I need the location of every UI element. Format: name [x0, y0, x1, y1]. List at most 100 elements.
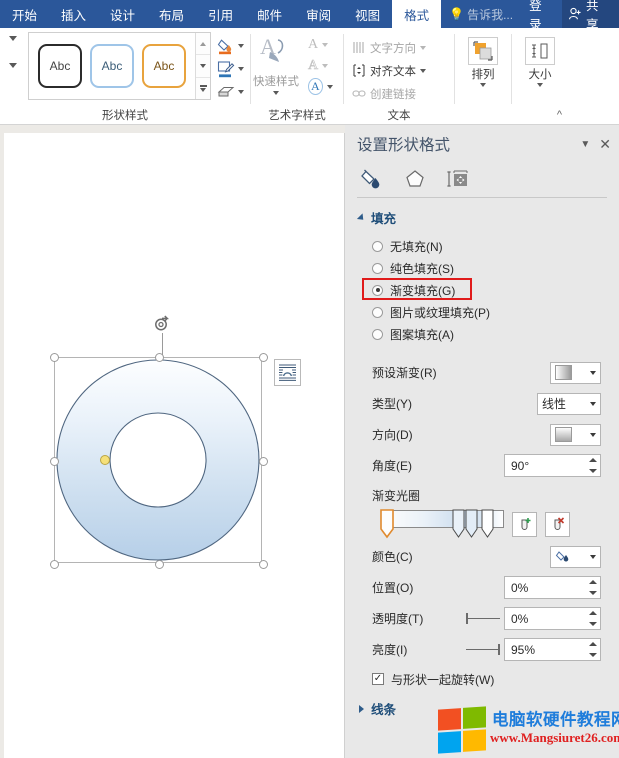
- ribbon-tab-review[interactable]: 审阅: [294, 0, 343, 28]
- close-icon[interactable]: ✕: [599, 137, 611, 151]
- shape-style-item[interactable]: Abc: [90, 44, 134, 88]
- size-button[interactable]: 大小: [517, 32, 563, 87]
- chevron-down-icon[interactable]: [238, 44, 244, 48]
- chevron-down-icon[interactable]: [273, 91, 279, 95]
- shape-adjust-handle[interactable]: [100, 455, 110, 465]
- gradient-stop-handle[interactable]: [452, 509, 464, 537]
- rotate-with-shape-row[interactable]: ✓ 与形状一起旋转(W): [345, 665, 619, 687]
- gradient-type-select[interactable]: 线性: [537, 393, 601, 415]
- rotate-with-shape-checkbox[interactable]: ✓: [372, 673, 384, 685]
- chevron-down-icon[interactable]: [420, 46, 426, 50]
- slider-knob[interactable]: [466, 613, 468, 624]
- share-button[interactable]: 共享: [562, 0, 619, 28]
- add-gradient-stop-button[interactable]: [512, 512, 537, 537]
- shape-effects-button[interactable]: [217, 82, 244, 102]
- gallery-scroll-up[interactable]: [196, 33, 210, 55]
- gradient-angle-spinner[interactable]: 90°: [504, 454, 601, 477]
- resize-handle-e[interactable]: [259, 457, 268, 466]
- chevron-down-icon[interactable]: [322, 43, 328, 47]
- fill-section-header[interactable]: 填充: [345, 198, 619, 231]
- chevron-down-icon[interactable]: [327, 85, 333, 89]
- document-canvas[interactable]: [0, 125, 345, 758]
- stop-position-spinner[interactable]: 0%: [504, 576, 601, 599]
- gradient-stop-handle[interactable]: [465, 509, 477, 537]
- preset-gradient-button[interactable]: [550, 362, 601, 384]
- pane-tab-fill-line[interactable]: [359, 167, 385, 191]
- shape-style-item[interactable]: Abc: [38, 44, 82, 88]
- spinner-down[interactable]: [585, 619, 600, 630]
- gradient-stops-bar[interactable]: [381, 507, 504, 541]
- radio-pattern-fill[interactable]: 图案填充(A): [372, 323, 619, 345]
- tell-me-button[interactable]: 💡 告诉我...: [441, 0, 521, 28]
- chevron-down-icon[interactable]: [238, 67, 244, 71]
- rotate-handle-icon[interactable]: [153, 315, 171, 333]
- create-link-button[interactable]: 创建链接: [352, 84, 426, 103]
- ribbon-tab-mailings[interactable]: 邮件: [245, 0, 294, 28]
- chevron-down-icon[interactable]: [238, 90, 244, 94]
- gradient-color-button[interactable]: [550, 546, 601, 568]
- shape-style-gallery[interactable]: Abc Abc Abc: [28, 32, 211, 100]
- brightness-slider[interactable]: [466, 644, 500, 656]
- gallery-scroll-arrows[interactable]: [0, 32, 26, 68]
- text-effects-button[interactable]: A: [308, 77, 333, 96]
- ribbon-tab-layout[interactable]: 布局: [147, 0, 196, 28]
- radio-gradient-fill[interactable]: 渐变填充(G): [372, 279, 619, 301]
- align-text-button[interactable]: 对齐文本: [352, 61, 426, 80]
- chevron-down-icon[interactable]: [480, 83, 486, 87]
- resize-handle-ne[interactable]: [259, 353, 268, 362]
- layout-options-icon[interactable]: [274, 359, 301, 386]
- gradient-direction-button[interactable]: [550, 424, 601, 446]
- resize-handle-w[interactable]: [50, 457, 59, 466]
- ribbon-tab-view[interactable]: 视图: [343, 0, 392, 28]
- sign-in-button[interactable]: 登录: [521, 0, 562, 28]
- spinner-down[interactable]: [585, 650, 600, 661]
- chevron-down-icon[interactable]: [322, 64, 328, 68]
- spinner-down[interactable]: [585, 466, 600, 477]
- radio-no-fill[interactable]: 无填充(N): [372, 235, 619, 257]
- chevron-down-icon[interactable]: [537, 83, 543, 87]
- ribbon-tab-start[interactable]: 开始: [0, 0, 49, 28]
- chevron-down-icon[interactable]: [420, 69, 426, 73]
- transparency-slider[interactable]: [466, 613, 500, 625]
- text-direction-button[interactable]: 文字方向: [352, 38, 426, 57]
- resize-handle-nw[interactable]: [50, 353, 59, 362]
- shape-outline-button[interactable]: [217, 59, 244, 79]
- pane-tab-underline: [357, 197, 607, 198]
- text-fill-button[interactable]: A: [308, 35, 333, 54]
- ribbon-tab-insert[interactable]: 插入: [49, 0, 98, 28]
- gallery-scrollbar[interactable]: [195, 33, 210, 99]
- spinner-up[interactable]: [585, 577, 600, 588]
- spinner-up[interactable]: [585, 608, 600, 619]
- collapse-ribbon-button[interactable]: ^: [557, 109, 562, 121]
- radio-picture-texture-fill[interactable]: 图片或纹理填充(P): [372, 301, 619, 323]
- ribbon-tab-format[interactable]: 格式: [392, 0, 441, 28]
- arrange-button[interactable]: 排列: [460, 32, 506, 87]
- spinner-down[interactable]: [585, 588, 600, 599]
- ribbon-tab-references[interactable]: 引用: [196, 0, 245, 28]
- gallery-scroll-down[interactable]: [196, 55, 210, 77]
- gallery-more[interactable]: [196, 78, 210, 99]
- transparency-spinner[interactable]: 0%: [504, 607, 601, 630]
- pane-tab-size-properties[interactable]: [445, 167, 471, 191]
- text-outline-button[interactable]: A: [308, 56, 333, 75]
- spinner-up[interactable]: [585, 639, 600, 650]
- pane-tab-effects[interactable]: [402, 167, 428, 191]
- resize-handle-n[interactable]: [155, 353, 164, 362]
- brightness-spinner[interactable]: 95%: [504, 638, 601, 661]
- chevron-down-icon[interactable]: ▼: [580, 139, 590, 150]
- ribbon-tab-design[interactable]: 设计: [98, 0, 147, 28]
- wordart-quick-styles-button[interactable]: A 快速样式: [251, 32, 303, 95]
- gradient-angle-row: 角度(E) 90°: [345, 450, 619, 481]
- radio-solid-fill[interactable]: 纯色填充(S): [372, 257, 619, 279]
- gradient-stop-handle[interactable]: [481, 509, 493, 537]
- shape-fill-button[interactable]: [217, 36, 244, 56]
- spinner-up[interactable]: [585, 455, 600, 466]
- line-section-header[interactable]: 线条: [345, 687, 619, 718]
- shape-style-item[interactable]: Abc: [142, 44, 186, 88]
- resize-handle-se[interactable]: [259, 560, 268, 569]
- remove-gradient-stop-button[interactable]: [545, 512, 570, 537]
- resize-handle-sw[interactable]: [50, 560, 59, 569]
- resize-handle-s[interactable]: [155, 560, 164, 569]
- slider-knob[interactable]: [498, 644, 500, 655]
- gradient-stop-handle-selected[interactable]: [380, 509, 392, 537]
